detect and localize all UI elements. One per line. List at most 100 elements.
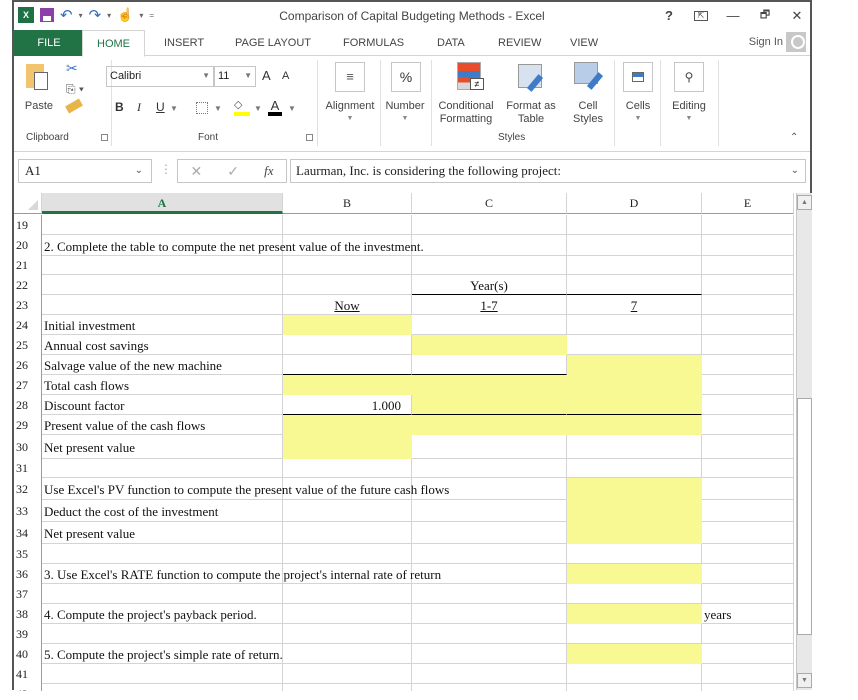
cell-c20[interactable] [412,235,567,256]
cell-e25[interactable] [702,335,794,355]
cell-b40[interactable] [283,644,412,664]
font-color-dropdown-icon[interactable]: ▼ [288,104,296,113]
cell-e20[interactable] [702,235,794,256]
cell-b34[interactable] [283,522,412,544]
cell-c40[interactable] [412,644,567,664]
cell-a38[interactable]: 4. Compute the project's payback period. [42,604,283,624]
cell-e23[interactable] [702,295,794,315]
row-header[interactable]: 25 [14,335,42,355]
borders-dropdown-icon[interactable]: ▼ [214,104,222,113]
cell-d29[interactable] [567,415,702,435]
cell-styles-button[interactable]: Cell Styles [566,60,610,130]
scroll-down-icon[interactable]: ▼ [797,673,812,688]
column-header-a[interactable]: A [42,193,283,214]
cell-b28[interactable]: 1.000 [283,395,412,415]
cell-c25[interactable] [412,335,567,355]
column-header-b[interactable]: B [283,193,412,214]
cell-e42[interactable] [702,684,794,691]
cell-d36[interactable] [567,564,702,584]
cell-c42[interactable] [412,684,567,691]
tab-file[interactable]: FILE [14,30,84,56]
underline-dropdown-icon[interactable]: ▼ [170,104,178,113]
copy-icon[interactable]: ⎘ ▾ [66,82,84,97]
cell-c28[interactable] [412,395,567,415]
cell-c27[interactable] [412,375,567,395]
cell-b37[interactable] [283,584,412,604]
cell-a39[interactable] [42,624,283,644]
row-header[interactable]: 28 [14,395,42,415]
fill-color-button[interactable]: ◇ [234,98,250,116]
row-header[interactable]: 32 [14,478,42,500]
column-header-e[interactable]: E [702,193,794,214]
italic-button[interactable]: I [137,100,141,115]
cell-e33[interactable] [702,500,794,522]
cell-b38[interactable] [283,604,412,624]
cell-b33[interactable] [283,500,412,522]
cell-a24[interactable]: Initial investment [42,315,283,335]
cell-c35[interactable] [412,544,567,564]
vertical-scrollbar[interactable]: ▲ ▼ [796,193,812,690]
cell-b35[interactable] [283,544,412,564]
cell-e29[interactable] [702,415,794,435]
borders-button[interactable] [196,102,208,114]
column-header-c[interactable]: C [412,193,567,214]
cell-b21[interactable] [283,256,412,275]
row-header[interactable]: 41 [14,664,42,684]
cell-d34[interactable] [567,522,702,544]
cell-a31[interactable] [42,459,283,478]
select-all-button[interactable] [14,193,42,214]
scrollbar-thumb[interactable] [797,398,812,635]
cell-a32[interactable]: Use Excel's PV function to compute the p… [42,478,449,500]
number-button[interactable]: % Number ▼ [382,60,428,130]
cell-c22[interactable]: Year(s) [412,275,567,295]
cell-c37[interactable] [412,584,567,604]
cell-d22[interactable] [567,275,702,295]
cell-e39[interactable] [702,624,794,644]
row-header[interactable]: 19 [14,215,42,235]
cell-b23[interactable]: Now [283,295,412,315]
cell-e36[interactable] [702,564,794,584]
editing-button[interactable]: ⚲ Editing ▼ [662,60,716,130]
cell-e27[interactable] [702,375,794,395]
cell-a33[interactable]: Deduct the cost of the investment [42,500,283,522]
cell-e34[interactable] [702,522,794,544]
underline-button[interactable]: U [156,100,165,114]
cell-c38[interactable] [412,604,567,624]
cell-e38[interactable]: years [702,604,794,624]
clipboard-launcher-icon[interactable] [101,134,108,141]
alignment-button[interactable]: ≡ Alignment ▼ [320,60,380,130]
cell-e31[interactable] [702,459,794,478]
cell-a40[interactable]: 5. Compute the project's simple rate of … [42,644,283,664]
cell-c21[interactable] [412,256,567,275]
font-name-select[interactable]: Calibri ▼ [106,66,214,87]
format-as-table-button[interactable]: Format as Table [504,60,558,130]
cell-b39[interactable] [283,624,412,644]
scroll-up-icon[interactable]: ▲ [797,195,812,210]
cell-a35[interactable] [42,544,283,564]
cell-c19[interactable] [412,215,567,235]
cell-c29[interactable] [412,415,567,435]
row-header[interactable]: 24 [14,315,42,335]
sign-in[interactable]: Sign In [749,32,806,52]
tab-insert[interactable]: INSERT [164,30,204,56]
cell-e26[interactable] [702,355,794,375]
font-color-button[interactable]: A [268,98,282,116]
cells-button[interactable]: Cells ▼ [616,60,660,130]
row-header[interactable]: 37 [14,584,42,604]
row-header[interactable]: 31 [14,459,42,478]
cell-e22[interactable] [702,275,794,295]
font-size-select[interactable]: 11 ▼ [214,66,256,87]
restore-icon[interactable]: 🗗 [758,6,772,25]
cell-b27[interactable] [283,375,412,395]
sign-in-link[interactable]: Sign In [749,36,783,48]
cell-a23[interactable] [42,295,283,315]
cell-e32[interactable] [702,478,794,500]
row-header[interactable]: 23 [14,295,42,315]
cell-b25[interactable] [283,335,412,355]
row-header[interactable]: 38 [14,604,42,624]
cell-b42[interactable] [283,684,412,691]
row-header[interactable]: 39 [14,624,42,644]
cell-e37[interactable] [702,584,794,604]
cell-d39[interactable] [567,624,702,644]
cell-d19[interactable] [567,215,702,235]
